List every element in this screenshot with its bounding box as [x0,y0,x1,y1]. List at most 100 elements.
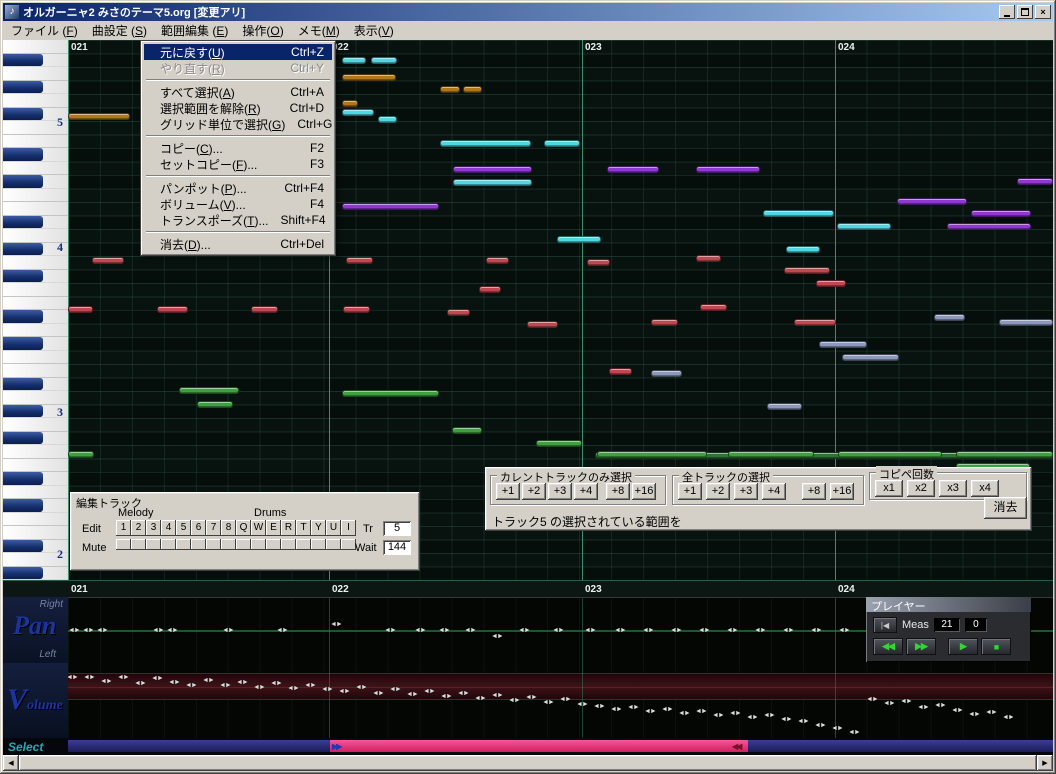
piano-key[interactable] [3,269,68,283]
note[interactable] [453,166,532,173]
note[interactable] [786,246,820,253]
note[interactable] [794,319,836,326]
track-key-button[interactable]: Y [311,520,326,536]
note[interactable] [342,74,396,81]
track-mute-toggle[interactable] [341,539,356,550]
selection-add-button[interactable]: +1 [678,483,702,500]
volume-marker[interactable]: ◄► [900,698,913,705]
volume-marker[interactable]: ◄► [457,690,470,697]
note[interactable] [486,257,509,264]
pan-marker[interactable]: ◄► [166,627,179,634]
track-mute-toggle[interactable] [116,539,131,550]
selection-add-button[interactable]: +4 [762,483,786,500]
volume-marker[interactable]: ◄► [712,712,725,719]
close-button[interactable]: × [1035,5,1051,19]
volume-marker[interactable]: ◄► [219,682,232,689]
menu-item[interactable]: グリッド単位で選択(G) Ctrl+G [144,116,332,132]
piano-key[interactable] [3,499,68,513]
note[interactable] [527,321,558,328]
note[interactable] [544,140,580,147]
volume-marker[interactable]: ◄► [389,686,402,693]
piano-key[interactable] [3,472,68,486]
track-key-button[interactable]: E [266,520,281,536]
volume-marker[interactable]: ◄► [423,688,436,695]
note[interactable] [842,354,899,361]
volume-marker[interactable]: ◄► [627,704,640,711]
piano-key[interactable] [3,364,68,378]
track-key-button[interactable]: 8 [221,520,236,536]
track-key-button[interactable]: U [326,520,341,536]
menubar-item[interactable]: 操作(O) [235,20,290,41]
note[interactable] [92,257,124,264]
volume-marker[interactable]: ◄► [866,696,879,703]
piano-key[interactable] [3,283,68,297]
volume-marker[interactable]: ◄► [746,714,759,721]
note[interactable] [947,223,1031,230]
note[interactable] [440,86,460,93]
note[interactable] [197,401,233,408]
play-button[interactable]: ▶ [948,638,978,655]
pan-marker[interactable]: ◄► [726,627,739,634]
track-mute-toggle[interactable] [191,539,206,550]
volume-marker[interactable]: ◄► [593,703,606,710]
piano-key[interactable] [3,445,68,459]
note[interactable] [819,341,867,348]
pan-marker[interactable]: ◄► [276,627,289,634]
volume-marker[interactable]: ◄► [661,706,674,713]
menubar-item[interactable]: ファイル (F) [4,20,85,41]
volume-marker[interactable]: ◄► [440,693,453,700]
menubar-item[interactable]: メモ(M) [291,20,347,41]
pan-marker[interactable]: ◄► [698,627,711,634]
note[interactable] [956,451,1053,458]
volume-marker[interactable]: ◄► [68,674,79,681]
piano-key[interactable] [3,134,68,148]
pan-marker[interactable]: ◄► [384,627,397,634]
note[interactable] [696,255,721,262]
piano-key[interactable] [3,350,68,364]
track-mute-toggle[interactable] [221,539,236,550]
volume-marker[interactable]: ◄► [968,711,981,718]
note[interactable] [816,280,846,287]
selection-add-button[interactable]: x1 [875,480,903,497]
note[interactable] [700,304,727,311]
pan-marker[interactable]: ◄► [518,627,531,634]
piano-key[interactable] [3,526,68,540]
pan-marker[interactable]: ◄► [330,621,343,628]
select-bar[interactable]: ▶▶ ◀◀ [68,738,1053,755]
volume-marker[interactable]: ◄► [542,699,555,706]
track-key-button[interactable]: 5 [176,520,191,536]
piano-key[interactable] [3,148,68,162]
note[interactable] [971,210,1031,217]
note[interactable] [342,57,366,64]
note[interactable] [68,306,93,313]
pan-marker[interactable]: ◄► [222,627,235,634]
note[interactable] [479,286,501,293]
volume-marker[interactable]: ◄► [644,708,657,715]
piano-key[interactable] [3,337,68,351]
clear-button[interactable]: 消去 [984,497,1027,519]
selection-add-button[interactable]: +2 [706,483,730,500]
volume-marker[interactable]: ◄► [83,674,96,681]
menubar-item[interactable]: 曲設定 (S) [85,20,154,41]
pan-marker[interactable]: ◄► [614,627,627,634]
note[interactable] [453,179,532,186]
pan-marker[interactable]: ◄► [82,627,95,634]
selection-add-button[interactable]: +3 [734,483,758,500]
pan-marker[interactable]: ◄► [584,627,597,634]
piano-key[interactable] [3,458,68,472]
volume-marker[interactable]: ◄► [729,710,742,717]
pan-marker[interactable]: ◄► [438,627,451,634]
menu-item[interactable]: パンポット(P)... Ctrl+F4 [144,180,332,196]
volume-marker[interactable]: ◄► [797,718,810,725]
volume-marker[interactable]: ◄► [695,708,708,715]
track-key-button[interactable]: R [281,520,296,536]
pan-marker[interactable]: ◄► [838,627,851,634]
piano-key[interactable] [3,512,68,526]
note[interactable] [837,223,891,230]
menu-item[interactable]: 選択範囲を解除(R) Ctrl+D [144,100,332,116]
track-mute-toggle[interactable] [146,539,161,550]
minimize-button[interactable] [999,5,1015,19]
note[interactable] [651,370,682,377]
track-mute-toggle[interactable] [251,539,266,550]
note[interactable] [343,306,370,313]
